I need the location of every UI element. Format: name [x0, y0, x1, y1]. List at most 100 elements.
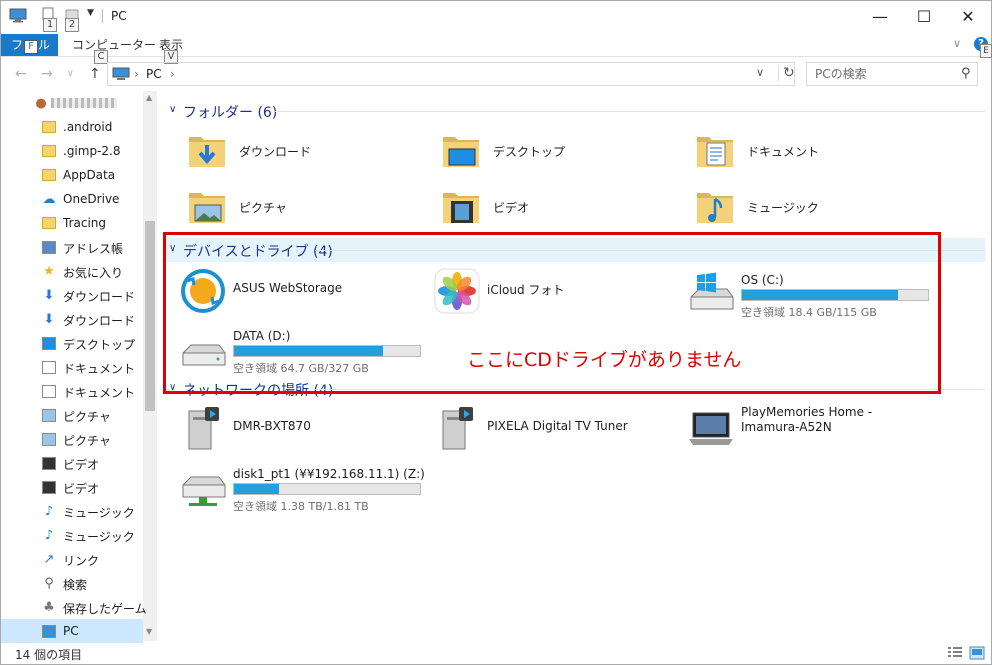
- search-icon[interactable]: ⚲: [961, 66, 971, 81]
- sidebar-item[interactable]: .gimp-2.8: [1, 139, 143, 163]
- sidebar-item[interactable]: ⬇ ダウンロード: [1, 307, 143, 331]
- search-box[interactable]: ⚲: [806, 62, 978, 86]
- sidebar-item[interactable]: デスクトップ: [1, 331, 143, 355]
- address-bar[interactable]: › PC › ∨ ↻: [107, 62, 795, 86]
- back-button[interactable]: ←: [15, 66, 27, 82]
- sidebar-item-label: Tracing: [63, 216, 107, 230]
- hard-drive-icon: [182, 344, 226, 366]
- maximize-button[interactable]: ☐: [901, 1, 947, 31]
- network-item-playmemories[interactable]: PlayMemories Home - Imamura-A52N: [687, 405, 937, 461]
- search-input[interactable]: [815, 67, 955, 81]
- sidebar-scrollbar[interactable]: ▲ ▼: [143, 91, 157, 641]
- group-header-devices[interactable]: ∨ デバイスとドライブ (4): [165, 238, 985, 262]
- tab-file-label-tail: ル: [38, 38, 51, 52]
- network-label: DMR-BXT870: [233, 419, 311, 433]
- tab-file[interactable]: フFル: [1, 34, 58, 56]
- drive-label: OS (C:): [741, 273, 784, 287]
- sidebar-item[interactable]: ビデオ: [1, 451, 143, 475]
- navigation-bar: ← → ∨ ↑ › PC › ∨ ↻ ⚲: [1, 58, 991, 90]
- collapse-icon[interactable]: ∨: [169, 382, 176, 393]
- music-icon: ♪: [44, 503, 54, 519]
- drive-item-data-d[interactable]: DATA (D:) 空き領域 64.7 GB/327 GB: [179, 323, 429, 379]
- sidebar-item[interactable]: ♪ ミュージック: [1, 523, 143, 547]
- breadcrumb-pc[interactable]: PC: [146, 67, 162, 81]
- sidebar-item[interactable]: ♣ 保存したゲーム: [1, 595, 146, 619]
- network-drive-item-disk1[interactable]: disk1_pt1 (¥¥192.168.11.1) (Z:) 空き領域 1.3…: [179, 461, 429, 517]
- scroll-down-icon[interactable]: ▼: [146, 627, 152, 636]
- sidebar-item[interactable]: ピクチャ: [1, 403, 143, 427]
- sidebar-item[interactable]: Tracing: [1, 211, 143, 235]
- device-item-asus-webstorage[interactable]: ASUS WebStorage: [179, 267, 429, 323]
- sidebar-item[interactable]: ↗ リンク: [1, 547, 143, 571]
- minimize-button[interactable]: —: [857, 1, 903, 31]
- group-header-network[interactable]: ∨ ネットワークの場所 (4): [165, 377, 985, 401]
- tab-computer[interactable]: コンピューター: [72, 36, 156, 53]
- sidebar-item[interactable]: ビデオ: [1, 475, 143, 499]
- refresh-icon[interactable]: ↻: [778, 65, 795, 81]
- folder-icon: [41, 215, 57, 231]
- drive-label: DATA (D:): [233, 329, 291, 343]
- expand-ribbon-icon[interactable]: ∨: [953, 37, 961, 50]
- address-history-icon[interactable]: ∨: [756, 66, 764, 79]
- download-icon: ⬇: [43, 287, 55, 303]
- recent-locations-icon[interactable]: ∨: [67, 69, 74, 79]
- drive-usage-fill: [742, 290, 899, 300]
- window-title: PC: [111, 9, 127, 23]
- sidebar-item[interactable]: ドキュメント: [1, 355, 143, 379]
- collapse-icon[interactable]: ∨: [169, 104, 176, 115]
- sidebar-item[interactable]: アドレス帳: [1, 235, 143, 259]
- drive-usage-bar: [233, 483, 421, 495]
- contacts-icon: [41, 239, 57, 255]
- customize-toolbar-icon[interactable]: ▼: [87, 8, 94, 18]
- folder-item-documents[interactable]: ドキュメント: [693, 129, 913, 179]
- pictures-icon: [41, 407, 57, 423]
- device-item-icloud-photos[interactable]: iCloud フォト: [433, 267, 683, 323]
- sidebar-item-label: ドキュメント: [63, 362, 136, 376]
- sidebar-item[interactable]: ドキュメント: [1, 379, 143, 403]
- sidebar-item-label: ピクチャ: [63, 434, 111, 448]
- desktop-folder-icon: [443, 137, 479, 167]
- network-drive-icon: [182, 476, 226, 506]
- network-item-pixela-tv-tuner[interactable]: PIXELA Digital TV Tuner: [433, 405, 683, 461]
- sidebar-item[interactable]: ⬇ ダウンロード: [1, 283, 143, 307]
- folder-item-desktop[interactable]: デスクトップ: [439, 129, 659, 179]
- up-button[interactable]: ↑: [89, 66, 101, 82]
- network-drive-label: disk1_pt1 (¥¥192.168.11.1) (Z:): [233, 467, 425, 481]
- close-button[interactable]: ✕: [945, 1, 991, 31]
- laptop-icon: [689, 412, 733, 445]
- group-divider: [315, 250, 985, 251]
- sidebar-item[interactable]: PC: [1, 619, 143, 643]
- forward-button[interactable]: →: [41, 66, 53, 82]
- sidebar-item[interactable]: ●: [1, 91, 143, 115]
- downloads-folder-icon: [189, 137, 225, 167]
- drive-free-space: 空き領域 1.38 TB/1.81 TB: [233, 500, 369, 513]
- breadcrumb-chevron[interactable]: ›: [170, 67, 175, 81]
- sidebar-item[interactable]: .android: [1, 115, 143, 139]
- sidebar-item[interactable]: ★ お気に入り: [1, 259, 143, 283]
- group-label: デバイスとドライブ (4): [183, 244, 333, 260]
- sidebar-item-label: .gimp-2.8: [63, 144, 121, 158]
- sidebar-item[interactable]: ♪ ミュージック: [1, 499, 143, 523]
- folder-item-pictures[interactable]: ピクチャ: [185, 185, 405, 235]
- sidebar-item[interactable]: ☁ OneDrive: [1, 187, 143, 211]
- sidebar-item-label: PC: [63, 624, 79, 638]
- folder-item-videos[interactable]: ビデオ: [439, 185, 659, 235]
- scrollbar-thumb[interactable]: [145, 221, 155, 411]
- sidebar-item-label: OneDrive: [63, 192, 120, 206]
- folder-item-music[interactable]: ミュージック: [693, 185, 913, 235]
- folder-label: デスクトップ: [493, 145, 566, 159]
- network-item-dmr-bxt870[interactable]: DMR-BXT870: [179, 405, 429, 461]
- sidebar-item-label: デスクトップ: [63, 338, 136, 352]
- folder-item-downloads[interactable]: ダウンロード: [185, 129, 405, 179]
- pc-icon[interactable]: [9, 8, 27, 23]
- collapse-icon[interactable]: ∨: [169, 243, 176, 254]
- drive-item-os-c[interactable]: OS (C:) 空き領域 18.4 GB/115 GB: [687, 267, 937, 323]
- sidebar-item[interactable]: AppData: [1, 163, 143, 187]
- scroll-up-icon[interactable]: ▲: [146, 93, 152, 102]
- large-icons-view-icon[interactable]: [969, 646, 985, 660]
- video-icon: [41, 479, 57, 495]
- sidebar-item[interactable]: ⚲ 検索: [1, 571, 143, 595]
- sidebar-item[interactable]: ピクチャ: [1, 427, 143, 451]
- group-header-folders[interactable]: ∨ フォルダー (6): [165, 99, 985, 123]
- details-view-icon[interactable]: [947, 646, 963, 660]
